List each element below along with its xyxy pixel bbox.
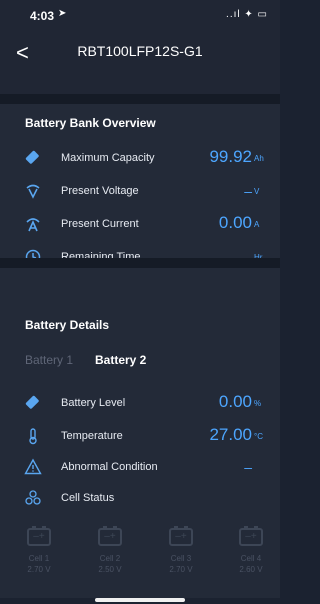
details-title: Battery Details bbox=[25, 318, 110, 332]
cell-name: Cell 2 bbox=[99, 554, 121, 563]
row-unit: A bbox=[254, 220, 260, 229]
row-present-current: Present Current 0.00 A bbox=[0, 213, 280, 234]
cell-voltage: 2.50 V bbox=[98, 565, 122, 574]
cell-4: –+ Cell 4 2.60 V bbox=[226, 526, 276, 574]
row-label: Present Current bbox=[61, 218, 139, 230]
tab-battery-1[interactable]: Battery 1 bbox=[25, 353, 73, 367]
voltage-icon bbox=[24, 182, 42, 200]
warning-icon bbox=[24, 458, 42, 476]
cell-2: –+ Cell 2 2.50 V bbox=[85, 526, 135, 574]
status-bar: 4:03 ➤ ..ıl ✦ ▭ bbox=[0, 0, 280, 30]
row-label: Maximum Capacity bbox=[61, 152, 155, 164]
cells-icon bbox=[24, 489, 42, 507]
row-maximum-capacity: Maximum Capacity 99.92 Ah bbox=[0, 147, 280, 168]
row-value: – bbox=[244, 183, 252, 199]
thermometer-icon bbox=[24, 427, 42, 445]
row-battery-level: Battery Level 0.00 % bbox=[0, 392, 280, 413]
row-unit: °C bbox=[254, 432, 263, 441]
row-label: Battery Level bbox=[61, 397, 126, 409]
cell-name: Cell 4 bbox=[240, 554, 262, 563]
row-present-voltage: Present Voltage – V bbox=[0, 181, 280, 201]
battery-tabs: Battery 1 Battery 2 bbox=[0, 350, 280, 370]
nav-bar: < RBT100LFP12S-G1 bbox=[0, 30, 280, 94]
cell-voltage: 2.70 V bbox=[27, 565, 51, 574]
battery-cell-icon: –+ bbox=[239, 526, 263, 546]
row-value: 0.00 bbox=[218, 213, 252, 232]
battery-cell-icon: –+ bbox=[98, 526, 122, 546]
battery-level-icon bbox=[24, 394, 42, 412]
row-unit: % bbox=[254, 399, 262, 408]
row-label: Cell Status bbox=[61, 492, 115, 504]
page-title: RBT100LFP12S-G1 bbox=[77, 43, 203, 59]
battery-capacity-icon bbox=[24, 149, 42, 167]
tab-battery-2[interactable]: Battery 2 bbox=[95, 353, 146, 367]
signal-wifi-battery-icons: ..ıl ✦ ▭ bbox=[226, 9, 268, 20]
status-time: 4:03 bbox=[30, 9, 55, 23]
row-value: 0.00 bbox=[218, 392, 252, 411]
row-value: 27.00 bbox=[209, 425, 252, 444]
location-arrow-icon: ➤ bbox=[58, 8, 67, 19]
cell-1: –+ Cell 1 2.70 V bbox=[14, 526, 64, 574]
current-icon bbox=[24, 215, 42, 233]
section-divider bbox=[0, 258, 280, 268]
row-label: Abnormal Condition bbox=[61, 461, 158, 473]
cell-name: Cell 1 bbox=[28, 554, 50, 563]
battery-cell-icon: –+ bbox=[27, 526, 51, 546]
row-temperature: Temperature 27.00 °C bbox=[0, 425, 280, 446]
row-unit: V bbox=[254, 187, 260, 196]
row-label: Present Voltage bbox=[61, 185, 139, 197]
row-value: – bbox=[244, 459, 252, 475]
cell-voltage: 2.70 V bbox=[169, 565, 193, 574]
home-indicator[interactable] bbox=[95, 598, 185, 602]
battery-cell-icon: –+ bbox=[169, 526, 193, 546]
overview-title: Battery Bank Overview bbox=[25, 116, 156, 130]
overview-section: Battery Bank Overview Maximum Capacity 9… bbox=[0, 104, 280, 265]
cell-name: Cell 3 bbox=[170, 554, 192, 563]
row-cell-status: Cell Status bbox=[0, 488, 280, 508]
section-divider bbox=[0, 94, 280, 104]
row-abnormal-condition: Abnormal Condition – bbox=[0, 457, 280, 477]
row-value: 99.92 bbox=[209, 147, 252, 166]
cell-voltage: 2.60 V bbox=[239, 565, 263, 574]
cell-3: –+ Cell 3 2.70 V bbox=[156, 526, 206, 574]
row-unit: Ah bbox=[254, 154, 264, 163]
row-label: Temperature bbox=[61, 430, 123, 442]
